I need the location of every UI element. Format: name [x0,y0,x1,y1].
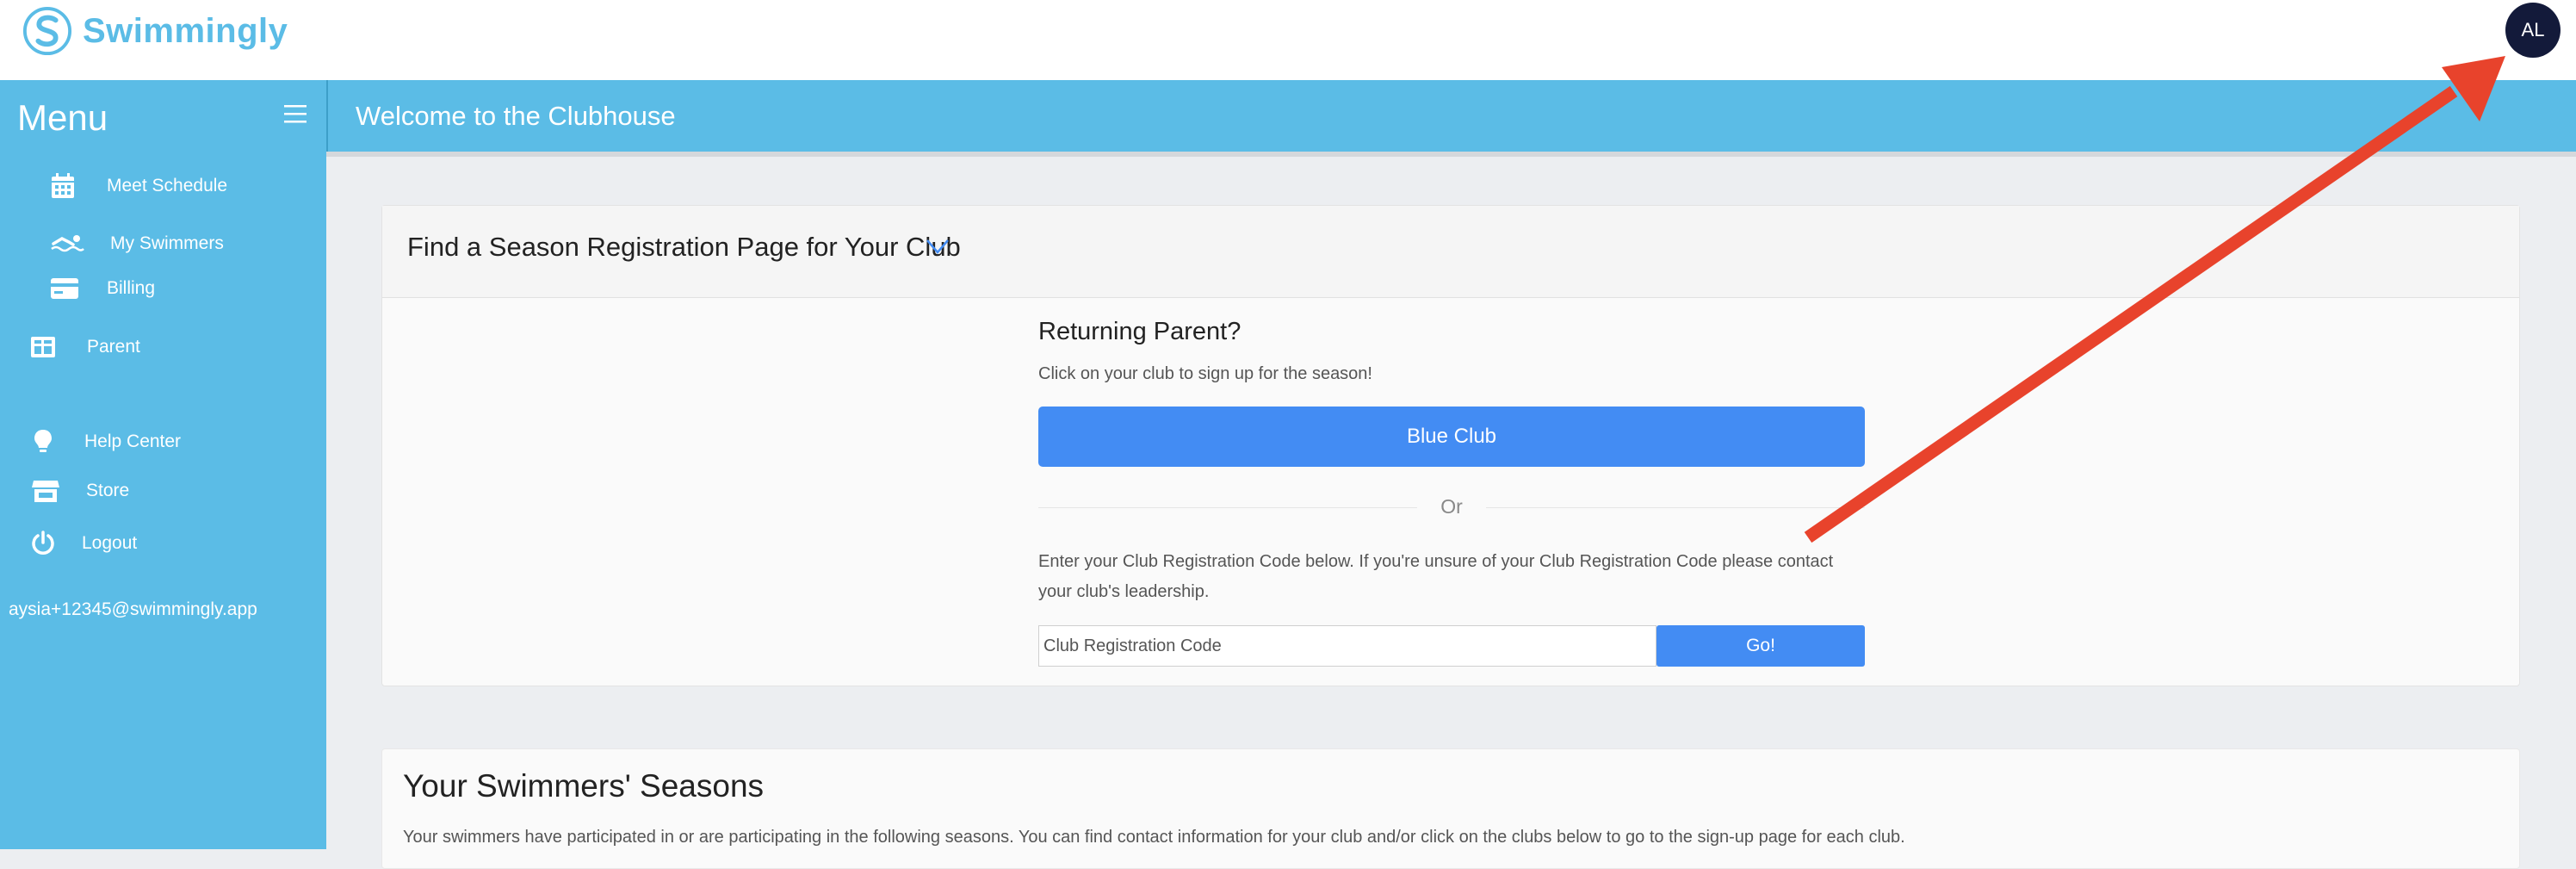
header-divider [326,152,2576,157]
seasons-card-title: Your Swimmers' Seasons [403,768,765,804]
code-instruction: Enter your Club Registration Code below.… [1038,552,1834,601]
or-divider-left [1038,507,1417,508]
returning-parent-heading: Returning Parent? [1038,318,1242,345]
club-registration-code-input[interactable] [1038,625,1656,667]
seasons-card: Your Swimmers' Seasons Your swimmers hav… [381,748,2520,869]
user-email: aysia+12345@swimmingly.app [9,599,257,619]
swimmer-icon [51,235,84,252]
or-label: Or [1440,495,1463,518]
blue-club-button[interactable]: Blue Club [1038,407,1865,467]
registration-card-title: Find a Season Registration Page for Your… [407,232,961,262]
sidebar-item-meet-schedule[interactable]: Meet Schedule [50,172,227,200]
registration-card: Find a Season Registration Page for Your… [381,205,2520,686]
sidebar-item-label: Meet Schedule [107,176,228,196]
sidebar-item-help-center[interactable]: Help Center [33,429,181,455]
brand-logo[interactable]: Swimmingly [22,5,288,57]
power-icon [32,531,54,555]
avatar-initials: AL [2521,19,2545,40]
sidebar-item-label: Help Center [84,431,182,451]
sidebar-item-label: Logout [82,533,138,553]
sidebar-item-billing[interactable]: Billing [50,276,155,301]
page-title: Welcome to the Clubhouse [356,101,676,131]
calendar-icon [52,173,74,198]
top-bar: Swimmingly AL [0,0,2576,80]
sidebar-item-my-swimmers[interactable]: My Swimmers [50,233,224,254]
sidebar-item-logout[interactable]: Logout [30,531,137,556]
go-button[interactable]: Go! [1656,625,1865,667]
page-header: Welcome to the Clubhouse [326,80,2576,152]
seasons-card-description: Your swimmers have participated in or ar… [403,828,1905,847]
lightbulb-icon [34,430,52,452]
swimmingly-logo-icon [22,6,72,56]
credit-card-icon [51,278,78,299]
hamburger-icon[interactable] [282,101,308,127]
sidebar-item-label: Parent [87,337,140,357]
sidebar-item-parent[interactable]: Parent [30,336,140,358]
menu-title: Menu [17,97,108,138]
sidebar-item-label: Store [86,481,130,500]
grid-icon [31,337,55,357]
sidebar-item-label: Billing [107,278,156,298]
or-divider-right [1486,507,1865,508]
user-avatar[interactable]: AL [2505,3,2561,58]
sidebar-item-label: My Swimmers [110,233,224,253]
chevron-down-icon[interactable] [925,235,951,258]
sidebar: Menu Meet Schedule My Swimmers Billing P… [0,80,326,849]
returning-parent-instruction: Click on your club to sign up for the se… [1038,364,1372,383]
sidebar-item-store[interactable]: Store [31,479,129,503]
registration-card-header[interactable]: Find a Season Registration Page for Your… [382,206,2519,298]
brand-name: Swimmingly [83,11,288,50]
store-icon [32,481,59,502]
